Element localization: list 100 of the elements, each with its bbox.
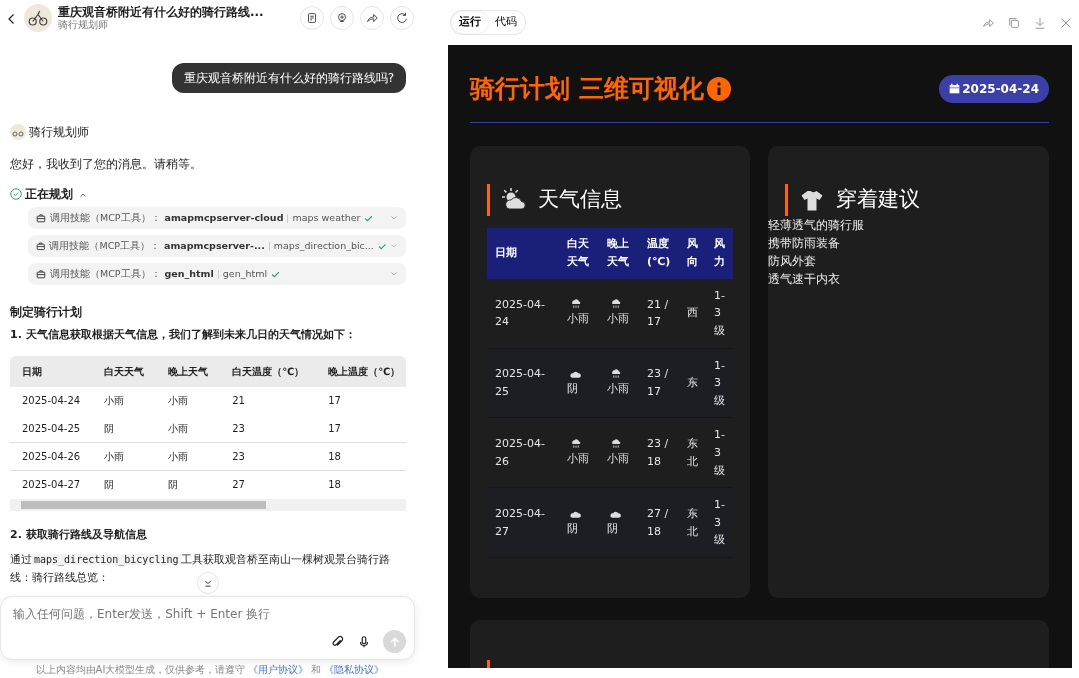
chat-subtitle: 骑行规划师 [58, 19, 109, 32]
table-cell: 1-3级 [706, 348, 733, 418]
chevron-down-icon [390, 242, 398, 250]
info-icon [706, 76, 731, 101]
weather-text: 小雨 [607, 382, 629, 396]
table-cell: 阴 [92, 414, 157, 443]
agent-name: 骑行规划师 [29, 124, 89, 141]
privacy-link[interactable]: 《隐私协议》 [324, 662, 385, 677]
table-cell: 东北 [679, 487, 706, 558]
paragraph-text: 通过 maps_direction_bicycling 工具获取观音桥至南山一棵树观景台骑行路线：骑行路线总览： [10, 552, 391, 586]
step-heading: 1. 天气信息获取根据天气信息，我们了解到未来几日的天气情况如下： [10, 327, 357, 343]
weather-text: 阴 [567, 382, 578, 396]
table-cell: 21 [220, 386, 317, 415]
table-cell: 21 / 17 [639, 278, 679, 349]
weather-text: 小雨 [607, 452, 629, 466]
column-header: 白天天气 [92, 355, 157, 387]
scroll-down-button[interactable] [197, 572, 219, 594]
table-cell: 23 / 18 [639, 417, 679, 488]
weather-text: 阴 [567, 521, 578, 535]
table-cell: 2025-04-24 [487, 278, 559, 349]
tool-call-row[interactable]: 调用技能（MCP工具）： amapmcpserver-cloud maps weather [28, 207, 406, 229]
toolbox-icon [36, 241, 46, 251]
table-cell: 2025-04-26 [10, 442, 93, 471]
user-agreement-link[interactable]: 《用户协议》 [248, 662, 309, 677]
column-header: 日期 [487, 227, 559, 279]
clothing-item: 透气速干内衣 [768, 270, 841, 288]
share-icon [981, 16, 995, 30]
column-header: 风向 [679, 227, 706, 279]
column-header: 晚上天气 [599, 227, 639, 279]
clothing-item: 携带防雨装备 [768, 234, 841, 252]
calendar-icon [949, 83, 961, 95]
table-cell: 2025-04-26 [487, 417, 559, 488]
check-icon [271, 269, 281, 279]
column-header: 日期 [10, 355, 93, 387]
conjunction-text: 和 [311, 663, 322, 677]
note-icon [305, 11, 319, 25]
check-icon [364, 213, 374, 223]
date-text: 2025-04-24 [962, 80, 1039, 98]
table-cell: 小雨 [92, 386, 157, 415]
paperclip-icon [331, 635, 345, 649]
bulb-button[interactable] [330, 6, 354, 30]
table-cell: 1-3级 [706, 278, 733, 349]
table-cell: 1-3级 [706, 487, 733, 558]
clothing-item: 防风外套 [768, 252, 817, 270]
table-cell: 27 / 18 [639, 487, 679, 558]
table-cell: 阴 [92, 470, 157, 499]
table-cell: 1-3级 [706, 417, 733, 488]
close-icon [1059, 16, 1073, 30]
step-heading: 2. 获取骑行路线及导航信息 [10, 526, 148, 543]
column-header: 风力 [706, 227, 733, 279]
table-cell: 18 [316, 470, 406, 499]
weather-text: 小雨 [607, 312, 629, 326]
horizontal-scrollbar[interactable] [10, 498, 406, 511]
weather-text: 小雨 [567, 452, 589, 466]
table-cell: 27 [220, 470, 317, 499]
table-cell: 小雨 [92, 442, 157, 471]
column-header: 晚上天气 [156, 355, 221, 387]
tool-label: 调用技能（MCP工具）： [50, 210, 161, 225]
table-cell: 西 [679, 278, 706, 349]
tool-server: gen_html [164, 266, 214, 281]
table-cell: 2025-04-27 [487, 487, 559, 558]
tool-label: 调用技能（MCP工具）： [50, 266, 161, 281]
table-cell: 东 [679, 348, 706, 418]
table-cell: 小雨 [156, 414, 221, 443]
tool-name: maps weather [292, 210, 361, 225]
copy-icon [1007, 16, 1021, 30]
chevron-down-icon [390, 214, 398, 222]
column-header: 白天温度（℃） [220, 355, 317, 387]
chevron-down-icon [390, 270, 398, 278]
section-heading: 穿着建议 [836, 185, 920, 213]
table-cell: 2025-04-24 [10, 386, 93, 415]
tool-call-row[interactable]: 调用技能（MCP工具）： gen_html gen_html [28, 263, 406, 285]
table-cell: 2025-04-25 [487, 348, 559, 418]
tool-call-row[interactable]: 调用技能（MCP工具）： amapmcpserver-... maps_direction_bic... [28, 235, 406, 257]
note-button[interactable] [300, 6, 324, 30]
weather-text: 阴 [607, 521, 618, 535]
message-input[interactable]: 输入任何问题，Enter发送，Shift + Enter 换行 [1, 597, 414, 631]
preview-tab[interactable]: 运行 [452, 12, 488, 33]
refresh-button[interactable] [390, 6, 414, 30]
message-composer[interactable]: 输入任何问题，Enter发送，Shift + Enter 换行 [0, 596, 415, 660]
sun-cloud-icon [500, 187, 528, 212]
share-icon [365, 11, 379, 25]
arrow-down-icon [203, 578, 213, 588]
arrow-up-icon [388, 635, 401, 648]
preview-tab[interactable]: 代码 [488, 12, 524, 33]
user-message: 重庆观音桥附近有什么好的骑行路线吗? [171, 63, 406, 93]
share-button[interactable] [360, 6, 384, 30]
toolbox-icon [36, 213, 46, 223]
table-cell: 2025-04-27 [10, 470, 93, 499]
download-icon [1033, 16, 1047, 30]
column-header: 白天天气 [559, 227, 599, 279]
section-heading: 天气信息 [538, 185, 622, 213]
table-cell: 18 [316, 442, 406, 471]
table-cell: 2025-04-25 [10, 414, 93, 443]
tool-label: 调用技能（MCP工具）： [49, 238, 161, 253]
page-title: 骑行计划 三维可视化 [470, 73, 704, 105]
section-title: 制定骑行计划 [10, 304, 83, 321]
tool-server: amapmcpserver-cloud [164, 210, 284, 225]
table-cell: 17 [316, 386, 406, 415]
toolbox-icon [36, 269, 46, 279]
